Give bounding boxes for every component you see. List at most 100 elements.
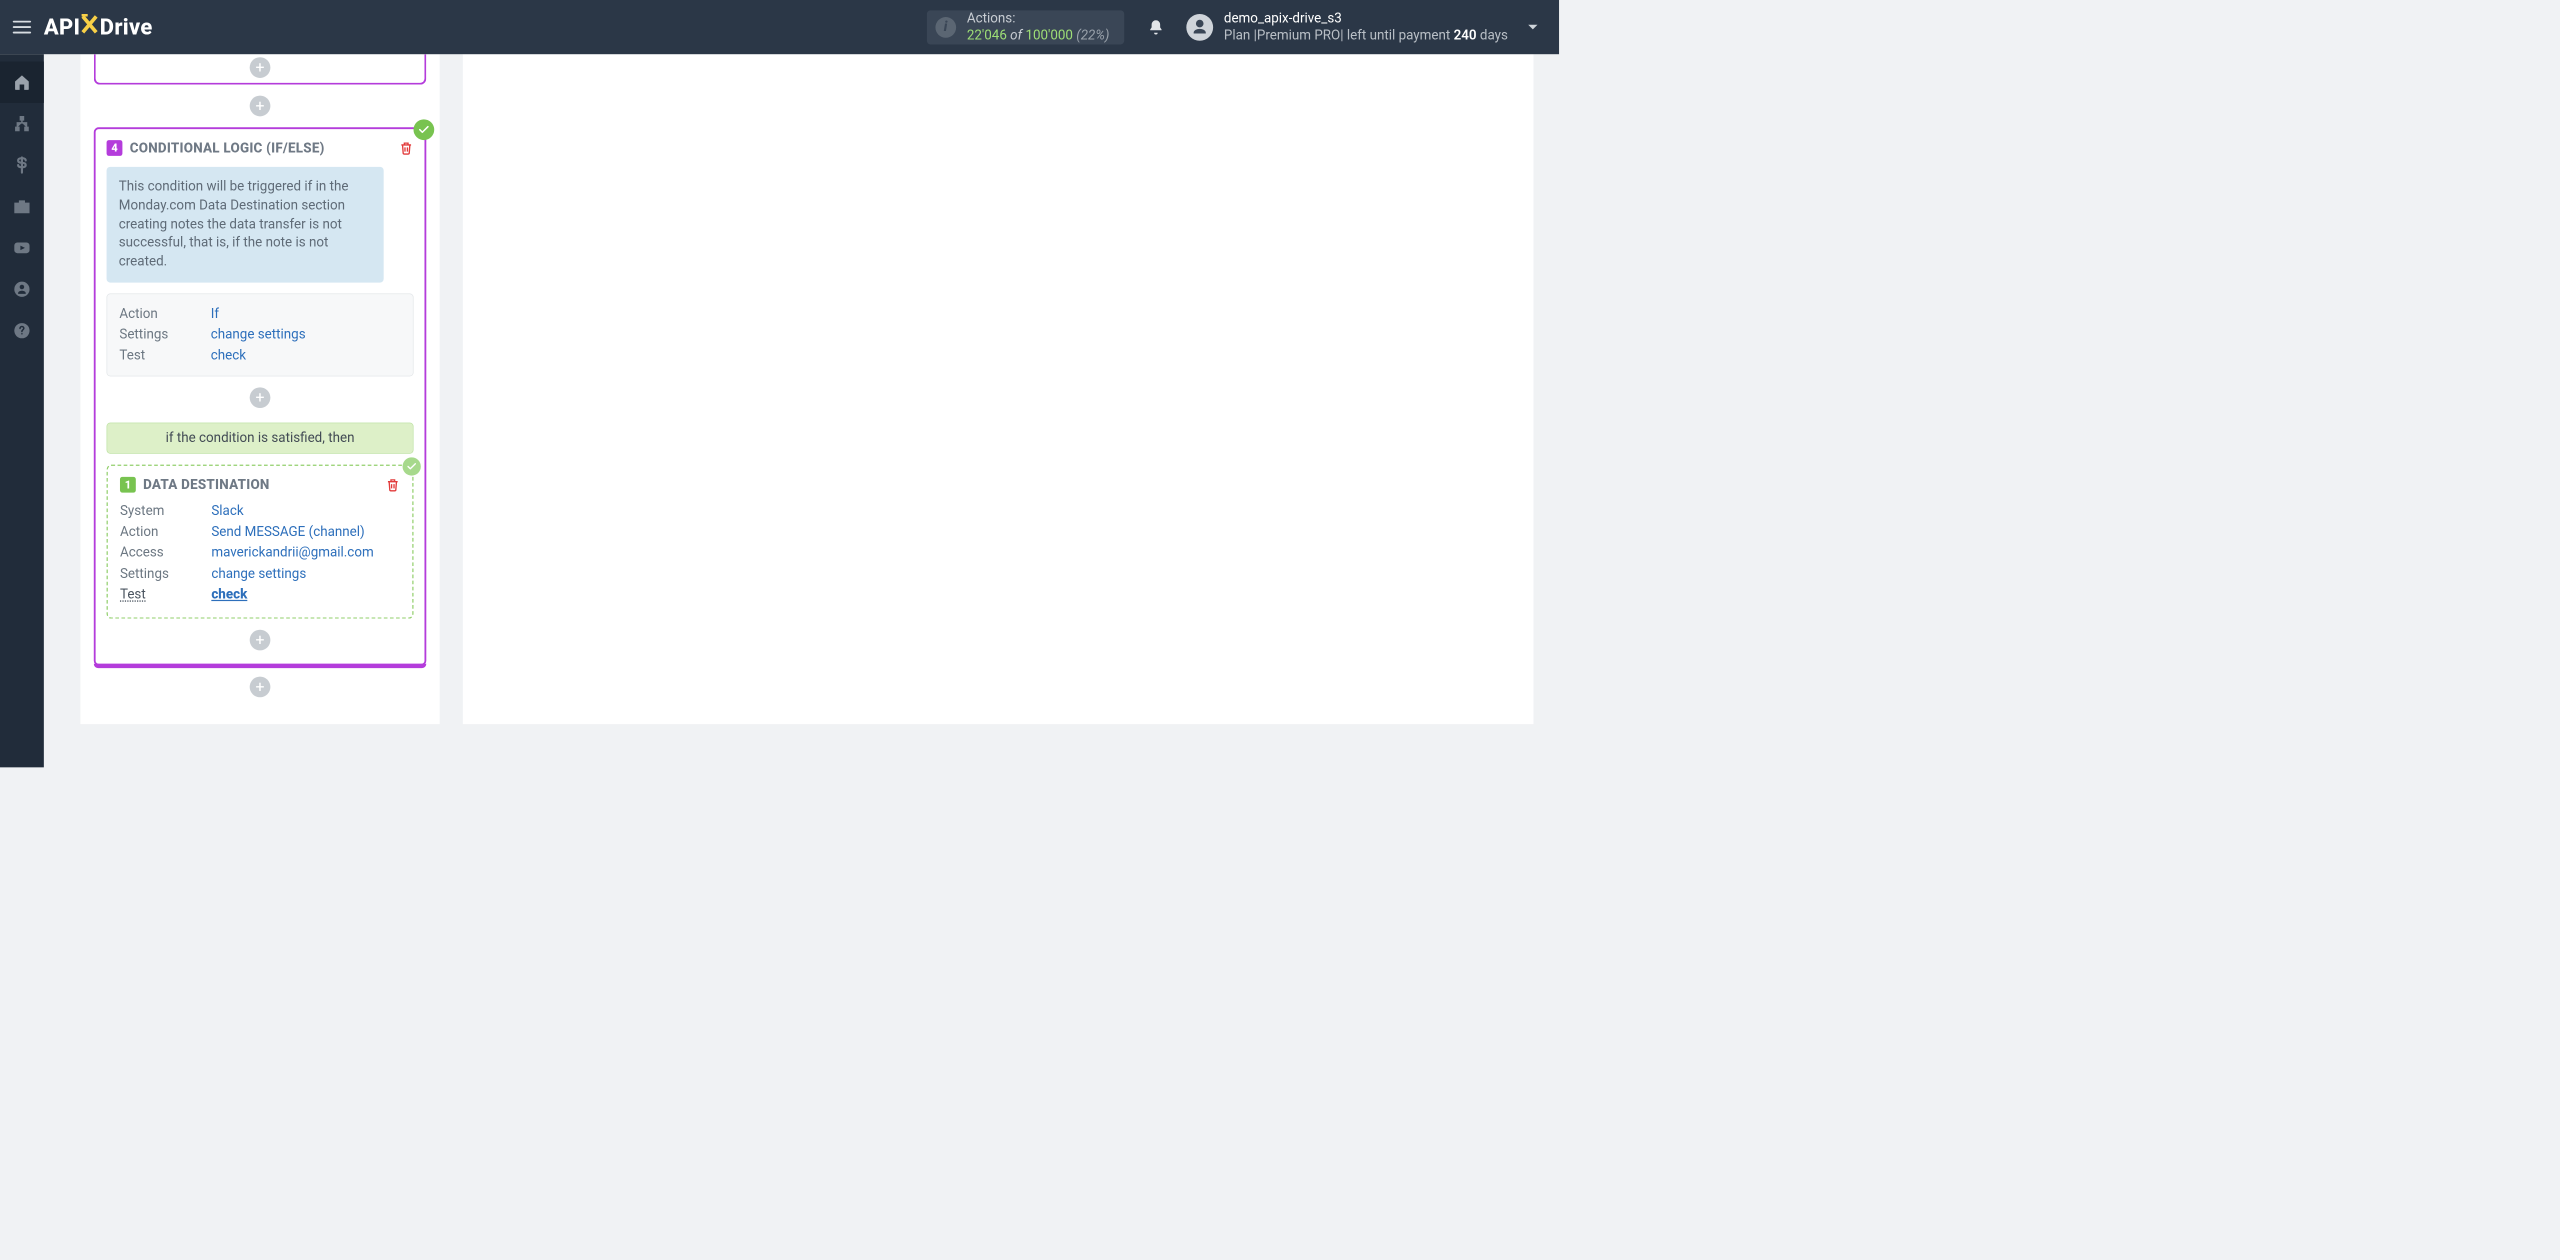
hamburger-icon bbox=[13, 26, 31, 28]
plan-prefix: Plan |Premium PRO| left until payment bbox=[1224, 28, 1454, 43]
user-plan-line: Plan |Premium PRO| left until payment 24… bbox=[1224, 27, 1508, 44]
main-content: + + 4 CONDITIONAL LOGIC (IF/ELSE) This c… bbox=[44, 54, 1559, 767]
row-access: Access maverickandrii@gmail.com bbox=[120, 543, 400, 564]
row-action-value: If bbox=[211, 304, 219, 325]
inner-change-settings-link[interactable]: change settings bbox=[211, 566, 306, 581]
data-destination-card: 1 DATA DESTINATION System Slack Action S… bbox=[107, 465, 414, 619]
row-inner-test: Test check bbox=[120, 584, 400, 605]
add-step-button-after[interactable]: + bbox=[250, 676, 271, 697]
actions-percent: (22%) bbox=[1076, 28, 1109, 43]
change-settings-link[interactable]: change settings bbox=[211, 327, 306, 342]
access-link[interactable]: maverickandrii@gmail.com bbox=[211, 545, 373, 560]
check-link[interactable]: check bbox=[211, 348, 246, 363]
inner-rows: System Slack Action Send MESSAGE (channe… bbox=[120, 501, 400, 605]
actions-usage-pill[interactable]: i Actions: 22'046 of 100'000 (22%) bbox=[927, 10, 1124, 44]
sidebar-item-video[interactable] bbox=[0, 227, 44, 268]
add-inner-step-button-bottom[interactable]: + bbox=[250, 630, 271, 651]
row-action: Action If bbox=[119, 304, 400, 325]
user-name: demo_apix-drive_s3 bbox=[1224, 10, 1508, 27]
plan-days-number: 240 bbox=[1454, 28, 1477, 43]
condition-settings-box: Action If Settings change settings Test … bbox=[107, 294, 414, 377]
add-inner-step-button[interactable]: + bbox=[250, 387, 271, 408]
row-test-value: check bbox=[211, 345, 246, 366]
user-icon bbox=[1190, 18, 1208, 36]
row-inner-test-label: Test bbox=[120, 584, 211, 605]
user-circle-icon bbox=[13, 280, 31, 298]
add-inner-step-row-bottom: + bbox=[107, 630, 414, 651]
video-icon bbox=[13, 239, 31, 257]
sidebar-item-account[interactable] bbox=[0, 269, 44, 310]
logo[interactable]: API Drive bbox=[44, 14, 153, 40]
home-icon bbox=[13, 73, 31, 91]
menu-toggle[interactable] bbox=[0, 0, 44, 54]
cond-card-title: CONDITIONAL LOGIC (IF/ELSE) bbox=[130, 140, 392, 155]
user-menu[interactable]: demo_apix-drive_s3 Plan |Premium PRO| le… bbox=[1186, 10, 1541, 43]
row-inner-settings: Settings change settings bbox=[120, 564, 400, 585]
add-step-button[interactable]: + bbox=[250, 57, 271, 78]
user-menu-caret[interactable] bbox=[1525, 19, 1541, 35]
inner-card-title: DATA DESTINATION bbox=[143, 477, 378, 492]
sidebar bbox=[0, 54, 44, 767]
bell-icon bbox=[1147, 19, 1164, 36]
step-status-ok-badge bbox=[414, 119, 435, 140]
sitemap-icon bbox=[13, 114, 31, 132]
row-settings-label: Settings bbox=[119, 325, 210, 346]
user-text: demo_apix-drive_s3 Plan |Premium PRO| le… bbox=[1224, 10, 1508, 43]
workflow-panel: + + 4 CONDITIONAL LOGIC (IF/ELSE) This c… bbox=[80, 54, 439, 724]
row-inner-action-value: Send MESSAGE (channel) bbox=[211, 522, 364, 543]
delete-step-button[interactable] bbox=[399, 141, 414, 156]
logo-text-drive: Drive bbox=[100, 15, 153, 41]
step-number-badge: 4 bbox=[107, 140, 123, 156]
sidebar-item-home[interactable] bbox=[0, 62, 44, 103]
system-link[interactable]: Slack bbox=[211, 504, 243, 519]
row-system-label: System bbox=[120, 501, 211, 522]
plan-days-word: days bbox=[1477, 28, 1508, 43]
actions-total: 100'000 bbox=[1025, 28, 1073, 43]
help-icon bbox=[13, 322, 31, 340]
trash-icon bbox=[385, 478, 400, 493]
cond-card-header: 4 CONDITIONAL LOGIC (IF/ELSE) bbox=[107, 140, 414, 156]
inner-card-header: 1 DATA DESTINATION bbox=[120, 477, 400, 493]
avatar bbox=[1186, 14, 1213, 41]
actions-used: 22'046 bbox=[967, 28, 1007, 43]
info-icon: i bbox=[935, 17, 956, 38]
notifications-button[interactable] bbox=[1140, 11, 1172, 43]
delete-inner-step-button[interactable] bbox=[385, 478, 400, 493]
row-system: System Slack bbox=[120, 501, 400, 522]
sidebar-item-briefcase[interactable] bbox=[0, 186, 44, 227]
inner-action-link[interactable]: Send MESSAGE (channel) bbox=[211, 525, 364, 540]
app-header: API Drive i Actions: 22'046 of 100'000 (… bbox=[0, 0, 1559, 54]
sidebar-item-billing[interactable] bbox=[0, 144, 44, 185]
row-test-label: Test bbox=[119, 345, 210, 366]
briefcase-icon bbox=[13, 197, 31, 215]
inner-check-link[interactable]: check bbox=[211, 587, 247, 602]
row-action-label: Action bbox=[119, 304, 210, 325]
row-inner-settings-label: Settings bbox=[120, 564, 211, 585]
inner-step-number-badge: 1 bbox=[120, 477, 136, 493]
add-step-row: + bbox=[94, 96, 427, 117]
add-step-row-after: + bbox=[94, 676, 427, 697]
row-inner-action-label: Action bbox=[120, 522, 211, 543]
add-inner-step-row: + bbox=[107, 387, 414, 408]
chevron-down-icon bbox=[1525, 19, 1541, 35]
actions-usage-text: Actions: 22'046 of 100'000 (22%) bbox=[967, 10, 1110, 43]
inner-status-ok-badge bbox=[403, 458, 421, 476]
row-test: Test check bbox=[119, 345, 400, 366]
add-step-button-between[interactable]: + bbox=[250, 96, 271, 117]
row-inner-settings-value: change settings bbox=[211, 564, 306, 585]
row-system-value: Slack bbox=[211, 501, 243, 522]
row-settings: Settings change settings bbox=[119, 325, 400, 346]
logo-x-icon bbox=[80, 14, 98, 35]
sidebar-item-help[interactable] bbox=[0, 310, 44, 351]
check-icon bbox=[418, 124, 430, 136]
row-inner-test-value: check bbox=[211, 584, 247, 605]
details-panel-empty bbox=[463, 54, 1534, 724]
actions-label: Actions: bbox=[967, 10, 1110, 27]
check-icon bbox=[406, 461, 417, 472]
sidebar-item-connections[interactable] bbox=[0, 103, 44, 144]
condition-description: This condition will be triggered if in t… bbox=[107, 167, 384, 283]
row-access-value: maverickandrii@gmail.com bbox=[211, 543, 373, 564]
actions-of: of bbox=[1010, 28, 1022, 43]
condition-satisfied-label: if the condition is satisfied, then bbox=[107, 423, 414, 454]
row-inner-action: Action Send MESSAGE (channel) bbox=[120, 522, 400, 543]
